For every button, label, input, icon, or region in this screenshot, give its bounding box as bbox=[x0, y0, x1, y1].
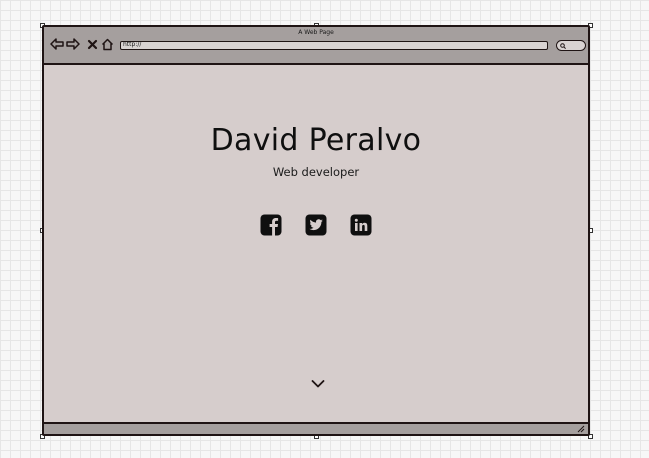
twitter-icon bbox=[305, 214, 327, 236]
resize-grip-icon[interactable] bbox=[577, 425, 585, 433]
close-icon bbox=[87, 39, 97, 49]
facebook-icon bbox=[260, 214, 282, 236]
page-subtitle: Web developer bbox=[272, 165, 360, 179]
linkedin-icon bbox=[350, 214, 372, 236]
browser-toolbar: A Web Page http:// bbox=[44, 27, 588, 65]
forward-button[interactable] bbox=[66, 37, 80, 51]
twitter-link[interactable] bbox=[305, 214, 327, 236]
status-bar bbox=[44, 422, 588, 434]
stop-button[interactable] bbox=[85, 37, 99, 51]
linkedin-link[interactable] bbox=[350, 214, 372, 236]
facebook-link[interactable] bbox=[260, 214, 282, 236]
back-button[interactable] bbox=[50, 37, 64, 51]
search-icon bbox=[560, 42, 566, 49]
window-title: A Web Page bbox=[298, 29, 334, 36]
browser-window-mockup[interactable]: A Web Page http:// David Peralvo Web dev… bbox=[42, 25, 590, 436]
arrow-left-icon bbox=[50, 38, 64, 50]
chevron-down-icon[interactable] bbox=[311, 379, 325, 389]
page-content: David Peralvo Web developer bbox=[44, 63, 588, 422]
arrow-right-icon bbox=[66, 38, 80, 50]
address-bar[interactable]: http:// bbox=[120, 41, 548, 50]
search-box[interactable] bbox=[556, 40, 586, 51]
social-links bbox=[44, 214, 588, 236]
home-icon bbox=[101, 38, 113, 50]
page-title: David Peralvo bbox=[210, 123, 422, 158]
home-button[interactable] bbox=[100, 37, 114, 51]
